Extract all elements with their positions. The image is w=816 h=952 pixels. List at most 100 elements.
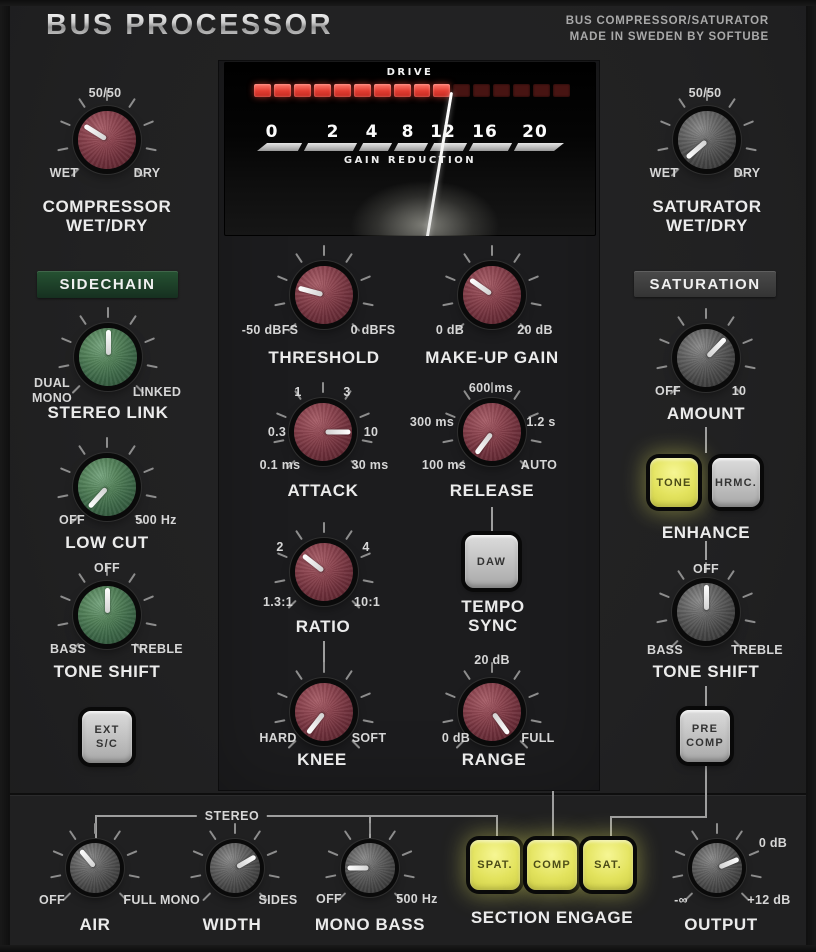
knob-tick: [745, 619, 756, 623]
release-top-label: 600 ms: [469, 381, 513, 395]
knob-cap: [295, 683, 353, 741]
knob-tick: [78, 572, 86, 582]
knob-pointer: [83, 124, 107, 141]
connector-enhance-toneshift: [705, 541, 707, 560]
spat-label: SPAT.: [477, 858, 513, 872]
knob-pointer: [297, 286, 322, 297]
sat-wetdry-name1: SATURATOR: [652, 197, 761, 217]
needle-glow: [350, 180, 500, 236]
connector-precomp-down: [705, 766, 707, 818]
daw-tempo-sync-button[interactable]: DAW: [465, 535, 518, 588]
sat-tone-shift-top-label: OFF: [693, 562, 719, 576]
comp-wetdry-min-label: WET: [50, 166, 79, 180]
knob-cap: [677, 583, 735, 641]
knob-pointer: [474, 432, 493, 455]
engage-sat-button[interactable]: SAT.: [583, 840, 633, 890]
range-name: RANGE: [462, 750, 526, 770]
knob-cap: [677, 329, 735, 387]
knob-cap: [70, 843, 120, 893]
output-top-label: 0 dB: [759, 836, 787, 850]
mono-bass-min-label: OFF: [316, 892, 342, 906]
attack-label-03: 0.3: [268, 425, 286, 439]
drive-led-segment: [533, 84, 550, 97]
page-title: BUS PROCESSOR: [46, 9, 333, 42]
knob-cap: [463, 266, 521, 324]
attack-label-3: 3: [343, 385, 350, 399]
knob-tick: [322, 382, 324, 393]
width-max-label: SIDES: [258, 893, 297, 907]
ext-sc-line2: S/C: [96, 737, 118, 751]
amount-name: AMOUNT: [667, 404, 745, 424]
meter-tick-16: 16: [472, 122, 498, 142]
release-name: RELEASE: [450, 481, 535, 501]
scale-notch: [297, 142, 308, 152]
knob-tick: [727, 569, 735, 579]
knob-tick: [743, 120, 754, 126]
knob-pointer: [105, 588, 110, 613]
knob-pointer: [235, 854, 256, 869]
stereo-group-bracket: [95, 815, 498, 817]
knob-tick: [660, 120, 671, 126]
amount-max-label: 10: [732, 384, 747, 398]
enhance-hrmc-button[interactable]: HRMC.: [712, 458, 760, 507]
output-max-label: +12 dB: [747, 893, 790, 907]
makeup-name: MAKE-UP GAIN: [425, 348, 558, 368]
threshold-max-label: 0 dBFS: [351, 323, 396, 337]
release-min-label: 100 ms: [422, 458, 466, 472]
width-name: WIDTH: [203, 915, 262, 935]
frame-bottom: [0, 945, 816, 952]
knee-name: KNEE: [297, 750, 347, 770]
knee-max-label: SOFT: [352, 731, 387, 745]
drive-led-segment: [334, 84, 351, 97]
engage-spatial-button[interactable]: SPAT.: [470, 840, 520, 890]
scale-notch: [423, 142, 434, 152]
connector-toneshift-precomp: [705, 686, 707, 708]
ratio-label-4: 4: [362, 540, 369, 554]
knob-pointer: [706, 337, 727, 358]
stereo-group-label: STEREO: [197, 809, 267, 823]
connector-precomp-sat: [610, 816, 707, 818]
knob-tick: [147, 364, 158, 368]
meter-tick-4: 4: [366, 122, 379, 142]
knob-cap: [463, 683, 521, 741]
drive-led-segment: [433, 84, 450, 97]
range-max-label: FULL: [521, 731, 554, 745]
knob-tick: [705, 308, 707, 319]
drive-led-segment: [354, 84, 371, 97]
knob-tick: [656, 365, 667, 369]
engage-comp-button[interactable]: COMP: [527, 840, 577, 890]
tempo-sync-label1: TEMPO: [461, 597, 524, 617]
knob-pointer: [106, 330, 111, 355]
knob-tick: [78, 97, 86, 107]
pre-comp-button[interactable]: PRE COMP: [680, 710, 730, 762]
bracket-drop-spat: [496, 815, 498, 841]
knob-tick: [57, 147, 68, 151]
enhance-tone-button[interactable]: TONE: [650, 458, 698, 507]
drive-led-segment: [553, 84, 570, 97]
connector-amount-enhance: [705, 427, 707, 453]
stereo-link-name: STEREO LINK: [48, 403, 169, 423]
sat-wetdry-max-label: DRY: [734, 166, 761, 180]
sidechain-section-header: SIDECHAIN: [37, 271, 178, 298]
knob-tick: [678, 97, 686, 107]
drive-led-segment: [294, 84, 311, 97]
drive-led-segment: [394, 84, 411, 97]
attack-label-1: 1: [294, 385, 301, 399]
ext-sidechain-button[interactable]: EXT S/C: [82, 711, 132, 763]
drive-led-segment: [493, 84, 510, 97]
knob-tick: [146, 622, 157, 626]
output-name: OUTPUT: [684, 915, 757, 935]
knob-cap: [295, 266, 353, 324]
sc-tone-shift-max-label: TREBLE: [131, 642, 183, 656]
mono-bass-max-label: 500 Hz: [396, 892, 437, 906]
knob-tick: [677, 315, 685, 325]
knob-cap: [295, 543, 353, 601]
hrmc-label: HRMC.: [715, 476, 757, 490]
drive-led-segment: [274, 84, 291, 97]
knob-tick: [106, 437, 108, 448]
knob-pointer: [301, 553, 324, 572]
comp-wetdry-name1: COMPRESSOR: [43, 197, 172, 217]
makeup-max-label: 20 dB: [517, 323, 553, 337]
knob-tick: [143, 595, 154, 601]
knob-tick: [659, 592, 670, 598]
